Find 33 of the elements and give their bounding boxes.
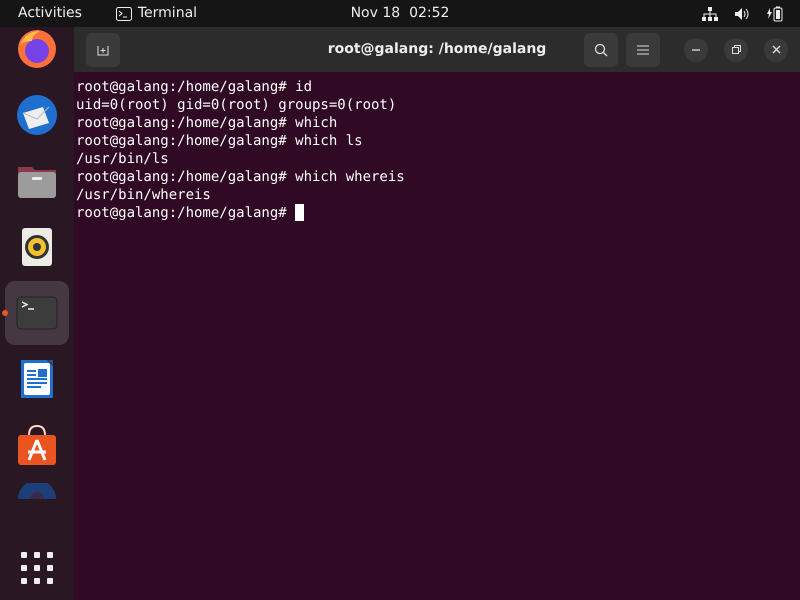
terminal-line: /usr/bin/ls [76, 150, 169, 168]
minimize-icon [692, 48, 700, 50]
menu-button[interactable] [626, 32, 660, 66]
app-menu[interactable]: Terminal [138, 3, 198, 24]
terminal-line: root@galang:/home/galang# id [76, 78, 312, 96]
search-button[interactable] [584, 32, 618, 66]
firefox-icon [15, 27, 59, 71]
terminal-line: root@galang:/home/galang# which whereis [76, 168, 405, 186]
window-title: root@galang: /home/galang [328, 40, 546, 59]
maximize-button[interactable] [724, 38, 748, 62]
restore-icon [732, 45, 740, 54]
app-grid-icon [21, 552, 53, 584]
terminal-line: root@galang:/home/galang# [76, 204, 288, 222]
clock[interactable]: Nov 18 02:52 [350, 3, 450, 24]
terminal-line: /usr/bin/whereis [76, 186, 211, 204]
app-grid-button[interactable] [21, 552, 53, 584]
close-icon [772, 45, 780, 54]
close-button[interactable] [764, 38, 788, 62]
terminal-line: root@galang:/home/galang# which ls [76, 132, 363, 150]
shopping-bag-icon [15, 423, 59, 467]
terminal-icon [116, 6, 132, 20]
thunderbird-icon [15, 93, 59, 137]
terminal-line: root@galang:/home/galang# which [76, 114, 338, 132]
battery-icon[interactable] [766, 6, 784, 22]
new-tab-button[interactable] [86, 32, 120, 66]
activities-button[interactable]: Activities [0, 3, 100, 24]
search-icon [594, 42, 608, 56]
app-icon [15, 483, 59, 499]
menu-icon [637, 44, 649, 54]
terminal-line: uid=0(root) gid=0(root) groups=0(root) [76, 96, 396, 114]
volume-icon[interactable] [734, 6, 750, 20]
network-icon[interactable] [702, 6, 718, 20]
minimize-button[interactable] [684, 38, 708, 62]
